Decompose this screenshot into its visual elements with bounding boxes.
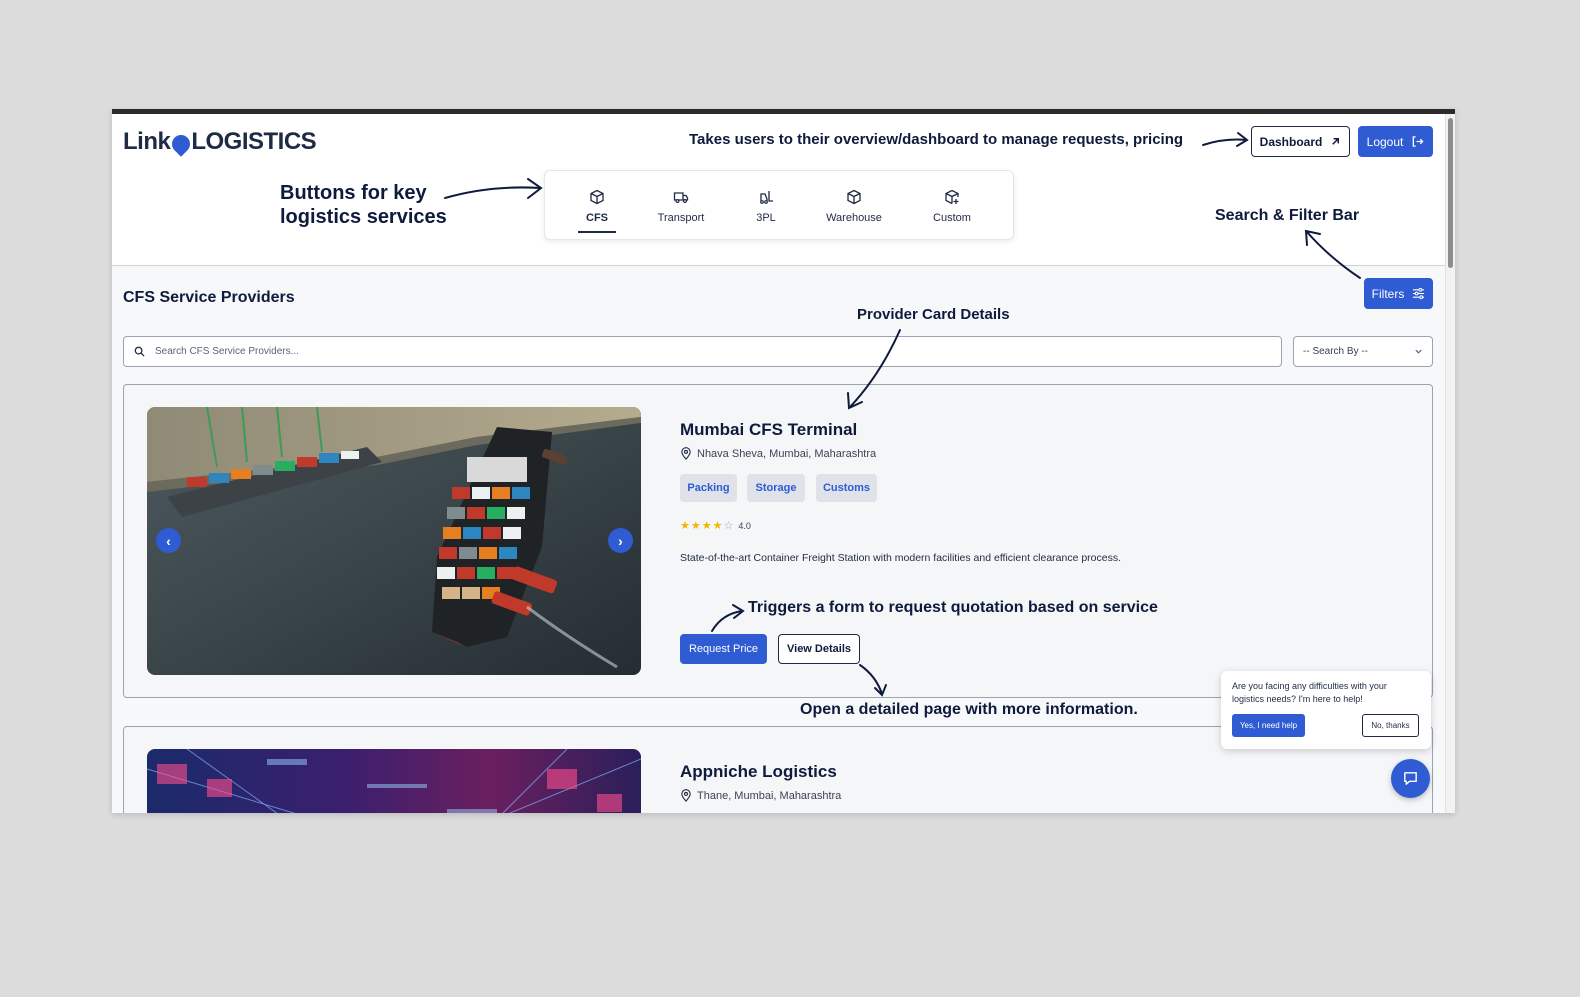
annotation-arrows bbox=[444, 132, 1361, 697]
arrow-icon bbox=[849, 329, 901, 408]
arrow-icon bbox=[711, 610, 743, 632]
chat-popup: Are you facing any difficulties with you… bbox=[1221, 671, 1431, 749]
chat-yes-button[interactable]: Yes, I need help bbox=[1232, 714, 1305, 737]
chat-message: Are you facing any difficulties with you… bbox=[1232, 681, 1387, 704]
chat-bubble-icon bbox=[1404, 772, 1417, 785]
arrow-icon bbox=[1306, 231, 1361, 279]
arrow-icon bbox=[444, 186, 541, 199]
chat-button[interactable] bbox=[1391, 759, 1430, 798]
chat-no-button[interactable]: No, thanks bbox=[1362, 714, 1419, 737]
arrow-icon bbox=[859, 664, 883, 695]
